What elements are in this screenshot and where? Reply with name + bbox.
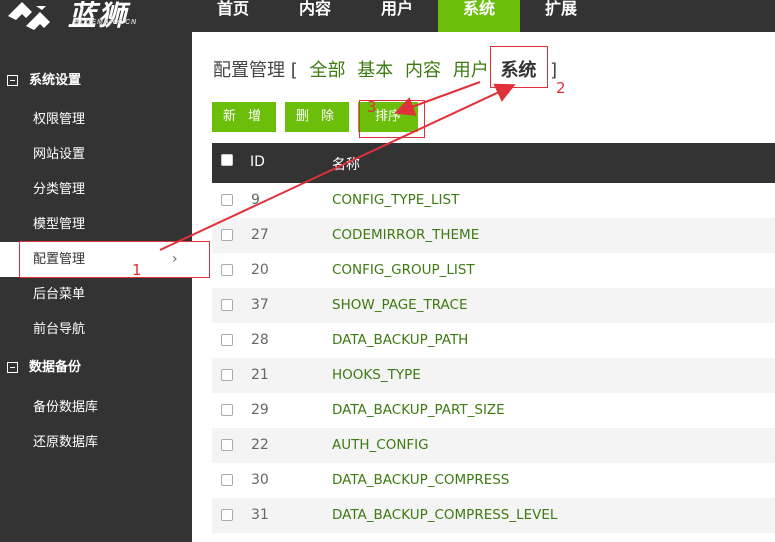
sidebar-item-backup-db[interactable]: 备份数据库 (0, 390, 192, 425)
row-name-link[interactable]: DATA_BACKUP_PART_SIZE (332, 402, 505, 418)
nav-home[interactable]: 首页 (192, 0, 274, 32)
column-header-id[interactable]: ID (250, 154, 265, 170)
sidebar-item-categories[interactable]: 分类管理 (0, 172, 192, 207)
table-row: 21 HOOKS_TYPE (212, 358, 775, 393)
logo-text: 蓝狮 (68, 0, 129, 32)
row-checkbox[interactable] (221, 369, 233, 381)
row-id: 28 (251, 332, 269, 348)
table-row: 29 DATA_BACKUP_PART_SIZE (212, 393, 775, 428)
filter-content[interactable]: 内容 (405, 60, 441, 81)
sidebar-item-label: 还原数据库 (33, 435, 99, 450)
table-header: ID 名称 (212, 143, 775, 183)
nav-users[interactable]: 用户 (356, 0, 438, 32)
main-nav: 首页 内容 用户 系统 扩展 (192, 0, 602, 32)
row-name-link[interactable]: CODEMIRROR_THEME (332, 227, 479, 243)
logo-mark-icon (8, 2, 50, 30)
sidebar-item-restore-db[interactable]: 还原数据库 (0, 425, 192, 460)
row-id: 22 (251, 437, 269, 453)
filter-users[interactable]: 用户 (453, 60, 489, 81)
row-id: 29 (251, 402, 269, 418)
annotation-number-2: 2 (556, 79, 566, 97)
annotation-box-system (490, 46, 548, 88)
table-row: 22 AUTH_CONFIG (212, 428, 775, 463)
sidebar-group-label: 数据备份 (29, 360, 82, 375)
row-checkbox[interactable] (221, 509, 233, 521)
sidebar-item-label: 分类管理 (33, 182, 86, 197)
table-row: 27 CODEMIRROR_THEME (212, 218, 775, 253)
filter-basic[interactable]: 基本 (357, 60, 393, 81)
sidebar-item-permissions[interactable]: 权限管理 (0, 102, 192, 137)
table-row: 28 DATA_BACKUP_PATH (212, 323, 775, 358)
sidebar-item-models[interactable]: 模型管理 (0, 207, 192, 242)
sidebar-item-site-settings[interactable]: 网站设置 (0, 137, 192, 172)
collapse-icon[interactable] (7, 75, 18, 86)
row-checkbox[interactable] (221, 299, 233, 311)
logo-subtext: BLUEMARK.CN (74, 19, 138, 26)
row-checkbox[interactable] (221, 474, 233, 486)
annotation-number-3: 3 (367, 98, 377, 116)
row-name-link[interactable]: DATA_BACKUP_PATH (332, 332, 468, 348)
row-id: 21 (251, 367, 269, 383)
annotation-box-config (19, 241, 210, 278)
sidebar-item-admin-menu[interactable]: 后台菜单 (0, 277, 192, 312)
logo[interactable]: 蓝狮 BLUEMARK.CN (0, 0, 192, 32)
row-name-link[interactable]: CONFIG_TYPE_LIST (332, 192, 459, 208)
sidebar-item-label: 备份数据库 (33, 400, 99, 415)
filter-all[interactable]: 全部 (310, 60, 346, 81)
row-name-link[interactable]: CONFIG_GROUP_LIST (332, 262, 475, 278)
row-id: 37 (251, 297, 269, 313)
sidebar-group-data-backup[interactable]: 数据备份 (0, 353, 192, 383)
row-checkbox[interactable] (221, 229, 233, 241)
sidebar-item-front-nav[interactable]: 前台导航 (0, 312, 192, 347)
table-row: 9 CONFIG_TYPE_LIST (212, 183, 775, 218)
row-checkbox[interactable] (221, 404, 233, 416)
select-all-checkbox[interactable] (221, 154, 233, 166)
bracket-open: [ (290, 60, 298, 81)
table-row: 30 DATA_BACKUP_COMPRESS (212, 463, 775, 498)
page-title: 配置管理 (213, 60, 285, 81)
table-row: 31 DATA_BACKUP_COMPRESS_LEVEL (212, 498, 775, 533)
add-button[interactable]: 新 增 (212, 102, 276, 132)
delete-button[interactable]: 删 除 (285, 102, 349, 132)
row-name-link[interactable]: HOOKS_TYPE (332, 367, 421, 383)
row-checkbox[interactable] (221, 439, 233, 451)
table-row: 20 CONFIG_GROUP_LIST (212, 253, 775, 288)
top-bar: 蓝狮 BLUEMARK.CN 首页 内容 用户 系统 扩展 (0, 0, 775, 32)
row-checkbox[interactable] (221, 194, 233, 206)
sidebar-group-system-settings[interactable]: 系统设置 (0, 66, 192, 96)
row-id: 27 (251, 227, 269, 243)
sidebar-item-label: 后台菜单 (33, 287, 86, 302)
bracket-close: ] (550, 60, 558, 81)
nav-extensions[interactable]: 扩展 (520, 0, 602, 32)
column-header-name[interactable]: 名称 (332, 154, 360, 174)
row-name-link[interactable]: DATA_BACKUP_COMPRESS_LEVEL (332, 507, 557, 523)
nav-system[interactable]: 系统 (438, 0, 520, 32)
sidebar-item-label: 网站设置 (33, 147, 86, 162)
row-checkbox[interactable] (221, 334, 233, 346)
sidebar-item-label: 模型管理 (33, 217, 86, 232)
sidebar-group-label: 系统设置 (29, 73, 82, 88)
sidebar-item-label: 权限管理 (33, 112, 86, 127)
collapse-icon[interactable] (7, 362, 18, 373)
row-id: 9 (251, 192, 260, 208)
table-row: 37 SHOW_PAGE_TRACE (212, 288, 775, 323)
row-name-link[interactable]: SHOW_PAGE_TRACE (332, 297, 468, 313)
row-checkbox[interactable] (221, 264, 233, 276)
nav-content[interactable]: 内容 (274, 0, 356, 32)
sidebar: 系统设置 权限管理 网站设置 分类管理 模型管理 配置管理 › 后台菜单 前台导… (0, 32, 192, 542)
annotation-number-1: 1 (132, 261, 142, 279)
sidebar-item-label: 前台导航 (33, 322, 86, 337)
row-id: 20 (251, 262, 269, 278)
row-name-link[interactable]: DATA_BACKUP_COMPRESS (332, 472, 509, 488)
row-id: 31 (251, 507, 269, 523)
row-id: 30 (251, 472, 269, 488)
row-name-link[interactable]: AUTH_CONFIG (332, 437, 429, 453)
